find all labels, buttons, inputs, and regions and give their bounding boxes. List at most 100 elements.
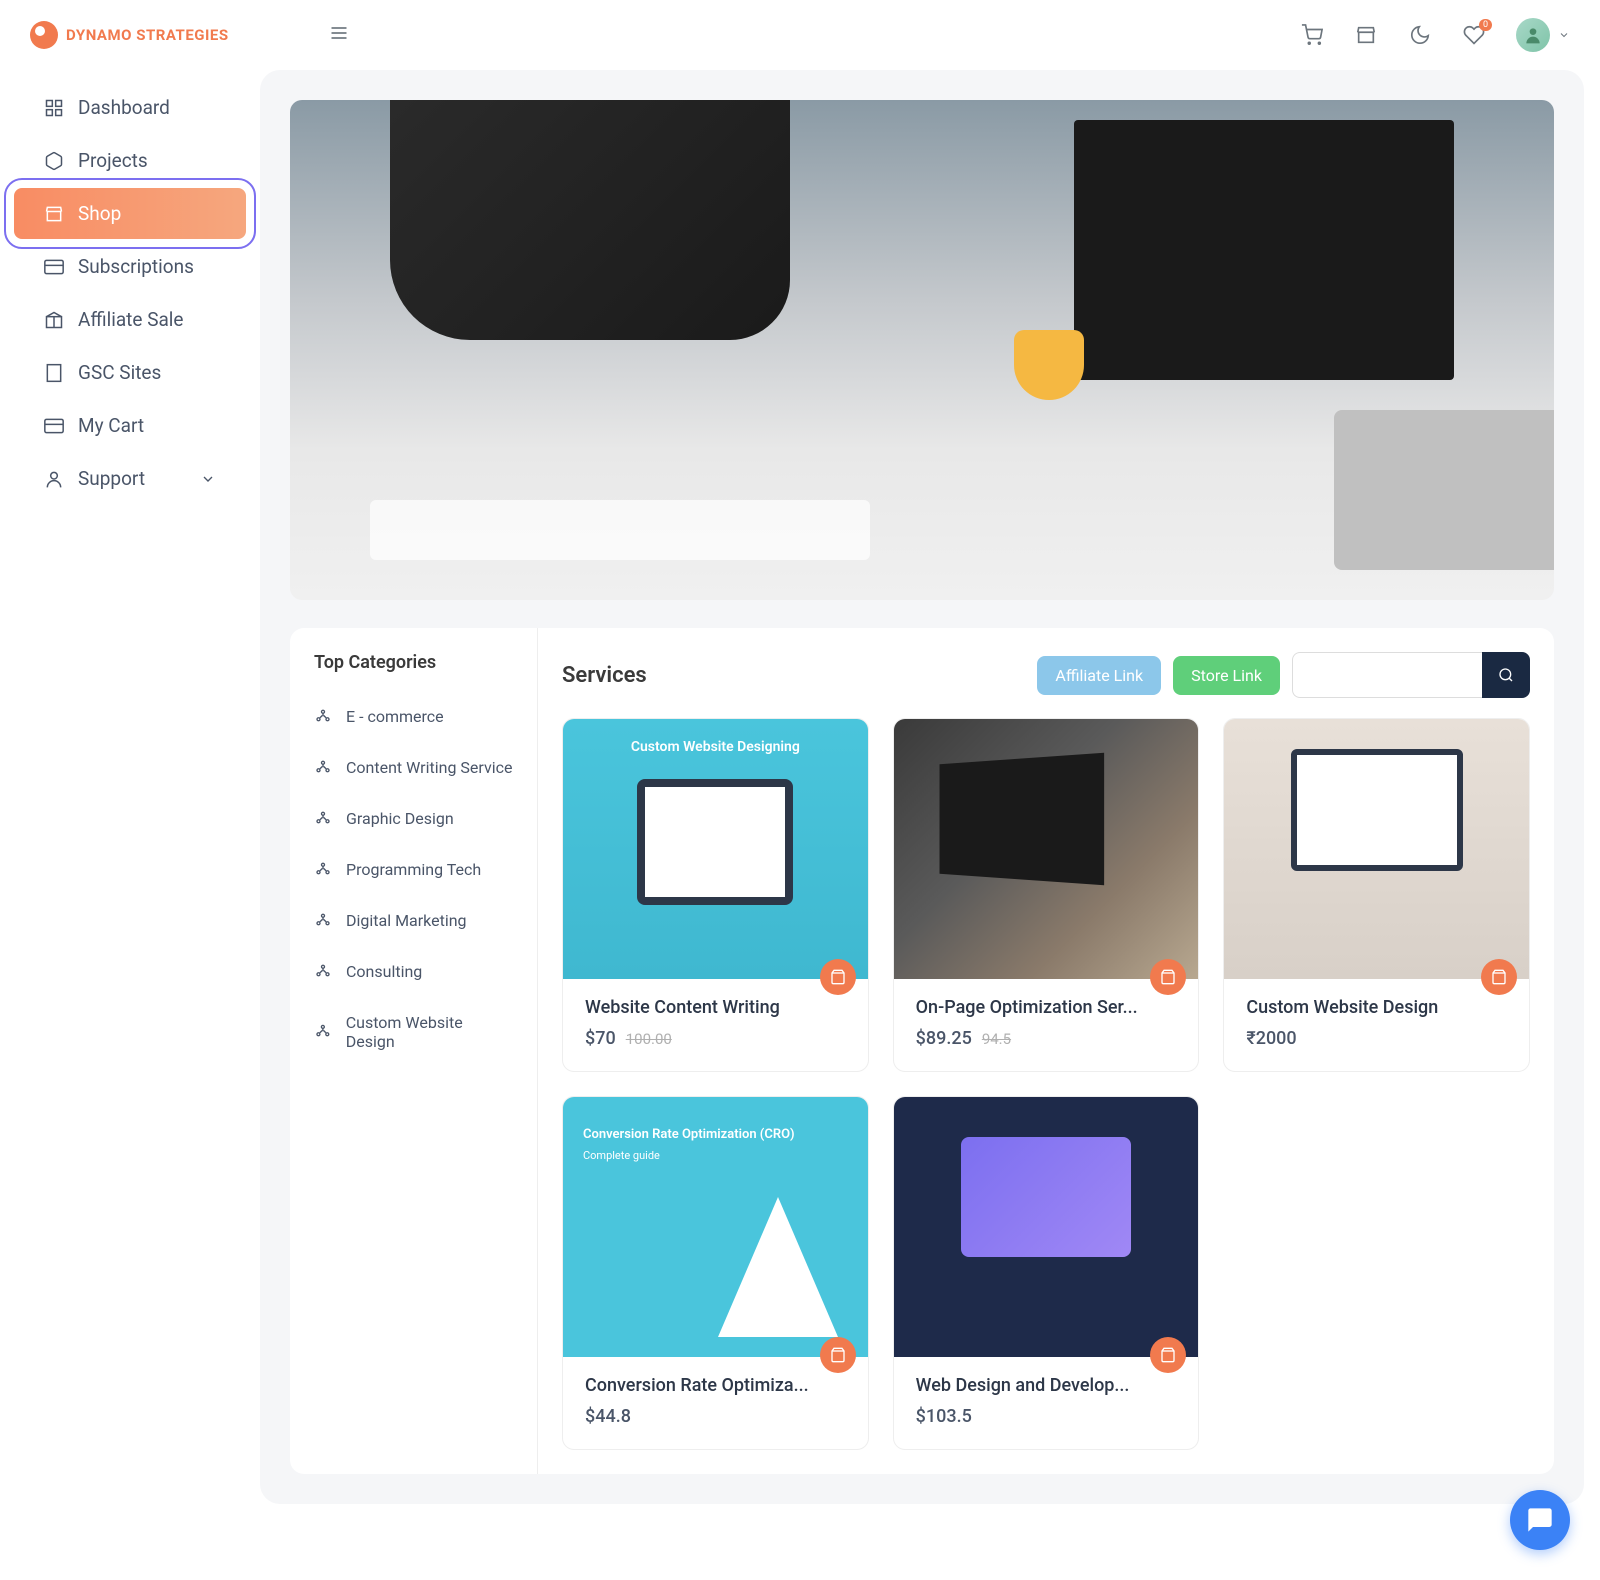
cluster-icon bbox=[314, 708, 332, 726]
add-to-cart-button[interactable] bbox=[820, 1337, 856, 1373]
basket-icon bbox=[830, 969, 846, 985]
cluster-icon bbox=[314, 759, 332, 777]
category-label: Digital Marketing bbox=[346, 911, 467, 930]
nav-my-cart[interactable]: My Cart bbox=[14, 400, 246, 451]
category-label: Consulting bbox=[346, 962, 422, 981]
search-button[interactable] bbox=[1482, 652, 1530, 698]
cluster-icon bbox=[314, 912, 332, 930]
affiliate-link-button[interactable]: Affiliate Link bbox=[1037, 656, 1161, 695]
card-icon bbox=[44, 416, 64, 436]
category-label: Programming Tech bbox=[346, 860, 481, 879]
product-image bbox=[1224, 719, 1529, 979]
product-card[interactable]: Web Design and Develop... $103.5 bbox=[893, 1096, 1200, 1450]
categories-title: Top Categories bbox=[308, 652, 519, 673]
logo-icon bbox=[30, 21, 58, 49]
nav-subscriptions[interactable]: Subscriptions bbox=[14, 241, 246, 292]
product-title: On-Page Optimization Ser... bbox=[916, 997, 1177, 1018]
nav-label: GSC Sites bbox=[78, 361, 161, 384]
product-image bbox=[563, 1097, 868, 1357]
product-card[interactable]: Website Content Writing $70100.00 bbox=[562, 718, 869, 1072]
chat-icon bbox=[1526, 1506, 1554, 1534]
nav-support[interactable]: Support bbox=[14, 453, 246, 504]
user-menu[interactable] bbox=[1516, 18, 1570, 52]
nav-label: Dashboard bbox=[78, 96, 170, 119]
product-price: ₹2000 bbox=[1246, 1028, 1507, 1049]
hero-banner bbox=[290, 100, 1554, 600]
dark-mode-icon[interactable] bbox=[1408, 23, 1432, 47]
product-title: Web Design and Develop... bbox=[916, 1375, 1177, 1396]
user-icon bbox=[44, 469, 64, 489]
nav-shop[interactable]: Shop bbox=[14, 188, 246, 239]
nav-gsc-sites[interactable]: GSC Sites bbox=[14, 347, 246, 398]
product-price: $89.2594.5 bbox=[916, 1028, 1177, 1049]
product-card[interactable]: On-Page Optimization Ser... $89.2594.5 bbox=[893, 718, 1200, 1072]
cluster-icon bbox=[314, 1023, 332, 1041]
services-title: Services bbox=[562, 663, 647, 688]
category-content-writing-service[interactable]: Content Writing Service bbox=[308, 742, 519, 793]
category-custom-website-design[interactable]: Custom Website Design bbox=[308, 997, 519, 1067]
store-link-button[interactable]: Store Link bbox=[1173, 656, 1280, 695]
logo[interactable]: DYNAMO STRATEGIES bbox=[30, 21, 229, 49]
building-icon bbox=[44, 363, 64, 383]
add-to-cart-button[interactable] bbox=[820, 959, 856, 995]
nav-label: Subscriptions bbox=[78, 255, 194, 278]
product-price: $70100.00 bbox=[585, 1028, 846, 1049]
category-graphic-design[interactable]: Graphic Design bbox=[308, 793, 519, 844]
cluster-icon bbox=[314, 861, 332, 879]
basket-icon bbox=[1160, 1347, 1176, 1363]
product-title: Custom Website Design bbox=[1246, 997, 1507, 1018]
category-label: Content Writing Service bbox=[346, 758, 512, 777]
basket-icon bbox=[830, 1347, 846, 1363]
category-programming-tech[interactable]: Programming Tech bbox=[308, 844, 519, 895]
product-card[interactable]: Custom Website Design ₹2000 bbox=[1223, 718, 1530, 1072]
grid-icon bbox=[44, 98, 64, 118]
sidebar: Dashboard Projects Shop Subscriptions Affili… bbox=[0, 70, 260, 506]
notifications-icon[interactable]: 0 bbox=[1462, 23, 1486, 47]
main-content: Top Categories E - commerce Content Writi… bbox=[260, 70, 1584, 1504]
nav-label: Shop bbox=[78, 202, 121, 225]
nav-label: Affiliate Sale bbox=[78, 308, 184, 331]
product-card[interactable]: Conversion Rate Optimiza... $44.8 bbox=[562, 1096, 869, 1450]
category-digital-marketing[interactable]: Digital Marketing bbox=[308, 895, 519, 946]
menu-toggle-icon[interactable] bbox=[329, 23, 349, 47]
cluster-icon bbox=[314, 810, 332, 828]
nav-affiliate-sale[interactable]: Affiliate Sale bbox=[14, 294, 246, 345]
category-label: Custom Website Design bbox=[346, 1013, 513, 1051]
product-image bbox=[563, 719, 868, 979]
nav-projects[interactable]: Projects bbox=[14, 135, 246, 186]
category-e-commerce[interactable]: E - commerce bbox=[308, 691, 519, 742]
store-icon[interactable] bbox=[1354, 23, 1378, 47]
basket-icon bbox=[1160, 969, 1176, 985]
product-title: Website Content Writing bbox=[585, 997, 846, 1018]
product-price: $103.5 bbox=[916, 1406, 1177, 1427]
nav-label: My Cart bbox=[78, 414, 144, 437]
cluster-icon bbox=[314, 963, 332, 981]
product-title: Conversion Rate Optimiza... bbox=[585, 1375, 846, 1396]
store-icon bbox=[44, 204, 64, 224]
product-image bbox=[894, 1097, 1199, 1357]
product-image bbox=[894, 719, 1199, 979]
category-consulting[interactable]: Consulting bbox=[308, 946, 519, 997]
nav-dashboard[interactable]: Dashboard bbox=[14, 82, 246, 133]
nav-label: Support bbox=[78, 467, 145, 490]
search-icon bbox=[1498, 667, 1514, 683]
category-label: Graphic Design bbox=[346, 809, 454, 828]
chevron-down-icon bbox=[200, 471, 216, 487]
notification-badge: 0 bbox=[1479, 19, 1492, 31]
chat-button[interactable] bbox=[1510, 1490, 1570, 1550]
box-icon bbox=[44, 151, 64, 171]
card-icon bbox=[44, 257, 64, 277]
services-panel: Services Affiliate Link Store Link Websi… bbox=[538, 628, 1554, 1474]
avatar bbox=[1516, 18, 1550, 52]
gift-icon bbox=[44, 310, 64, 330]
nav-label: Projects bbox=[78, 149, 148, 172]
chevron-down-icon bbox=[1558, 29, 1570, 41]
cart-icon[interactable] bbox=[1300, 23, 1324, 47]
search-input[interactable] bbox=[1292, 652, 1482, 698]
brand-name: DYNAMO STRATEGIES bbox=[66, 26, 229, 44]
add-to-cart-button[interactable] bbox=[1481, 959, 1517, 995]
basket-icon bbox=[1491, 969, 1507, 985]
categories-panel: Top Categories E - commerce Content Writi… bbox=[290, 628, 538, 1474]
category-label: E - commerce bbox=[346, 707, 444, 726]
product-price: $44.8 bbox=[585, 1406, 846, 1427]
